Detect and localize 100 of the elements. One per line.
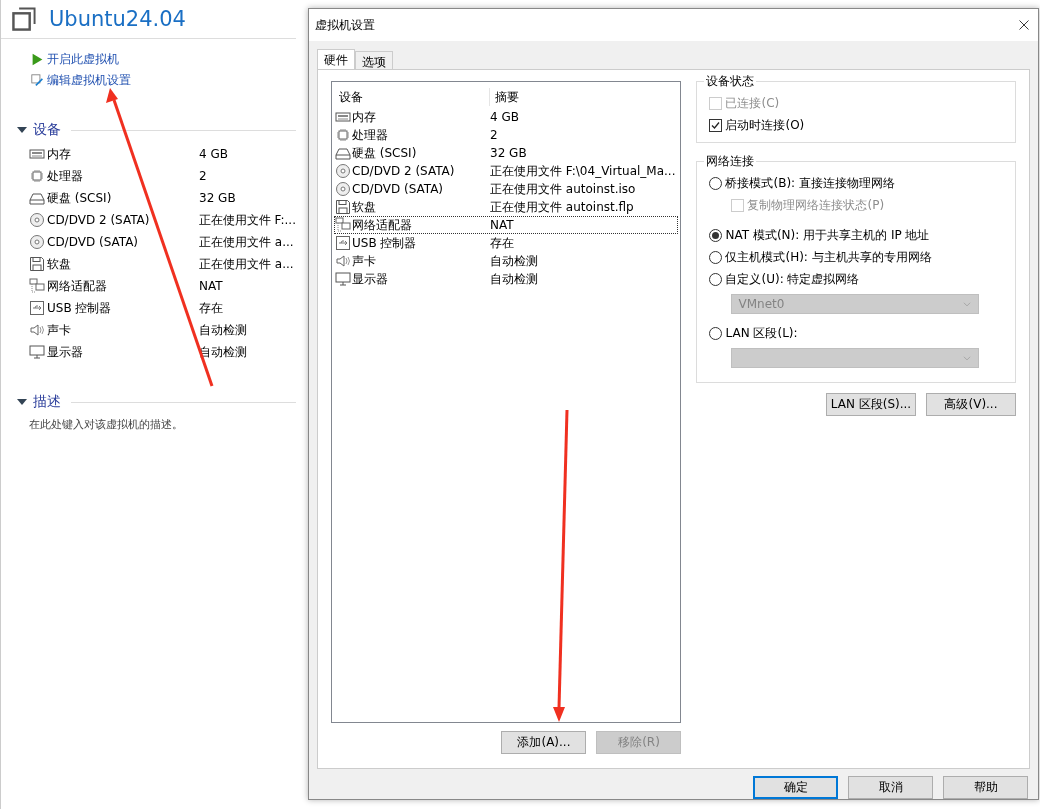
radio-button[interactable] (709, 176, 723, 190)
device-name: 声卡 (47, 321, 71, 339)
device-summary: 正在使用文件 a... (199, 233, 294, 251)
usb-icon (29, 300, 45, 316)
device-name: 硬盘 (SCSI) (47, 189, 112, 207)
memory-icon (335, 109, 351, 125)
device-summary: 2 (199, 169, 207, 183)
advanced-button[interactable]: 高级(V)... (926, 393, 1016, 416)
memory-icon (29, 146, 45, 162)
monitor-icon (29, 344, 45, 360)
device-name: 处理器 (352, 126, 388, 144)
device-name: 软盘 (352, 198, 376, 216)
radio-label: 自定义(U): 特定虚拟网络 (725, 270, 860, 288)
dropdown-value: VMnet0 (738, 297, 785, 311)
device-name: 显示器 (352, 270, 388, 288)
expand-arrow-icon[interactable] (17, 399, 27, 405)
add-button[interactable]: 添加(A)... (501, 731, 587, 754)
radio-label: 桥接模式(B): 直接连接物理网络 (725, 174, 895, 192)
group-title: 设备状态 (704, 73, 757, 90)
virtual-machine-icon (11, 6, 37, 32)
floppy-icon (335, 199, 351, 215)
device-summary: 自动检测 (199, 321, 247, 339)
floppy-icon (29, 256, 45, 272)
device-name: 软盘 (47, 255, 71, 273)
description-text: 在此处键入对该虚拟机的描述。 (28, 417, 184, 432)
chip-icon (29, 168, 45, 184)
device-name: CD/DVD 2 (SATA) (47, 213, 150, 227)
device-summary: 正在使用文件 F:\04_Virtual_Ma... (490, 162, 676, 180)
device-list[interactable]: 设备 摘要 内存 4 GB 处理器 2 硬盘 (SCSI) 32 GB CD/DVD 2 (SATA) 正在使用文件 F:\04_Virtual_Ma... CD/DVD (SATA) 正在使用文件 autoinst.iso 软盘 正在使用文件 autoinst.flp 网络适配器 NAT USB 控制器 存在 声卡 自动检测 显示器 自动检测 (331, 81, 682, 723)
radio-label: LAN 区段(L): (725, 324, 798, 342)
device-name: CD/DVD (SATA) (352, 182, 444, 196)
speaker-icon (335, 253, 351, 269)
device-summary: 自动检测 (490, 252, 538, 270)
device-name: 内存 (352, 108, 376, 126)
device-summary: 正在使用文件 F:... (198, 211, 296, 229)
expand-arrow-icon[interactable] (17, 127, 27, 133)
checkbox[interactable] (709, 118, 723, 132)
list-row[interactable]: CD/DVD 2 (SATA) 正在使用文件 F:\04_Virtual_Ma... (334, 162, 679, 180)
device-name: CD/DVD (SATA) (47, 235, 139, 249)
dialog-title: 虚拟机设置 (315, 16, 375, 34)
group-title: 网络连接 (704, 153, 757, 170)
list-row[interactable]: CD/DVD (SATA) 正在使用文件 autoinst.iso (334, 180, 679, 198)
radio-button[interactable] (709, 250, 723, 264)
device-summary: 32 GB (490, 146, 527, 160)
device-summary: NAT (199, 279, 223, 293)
network-icon (335, 217, 351, 233)
speaker-icon (29, 322, 45, 338)
list-row[interactable]: 硬盘 (SCSI) 32 GB (334, 144, 679, 162)
list-row[interactable]: 显示器 自动检测 (334, 270, 679, 288)
list-row[interactable]: 声卡 自动检测 (334, 252, 679, 270)
section-title: 设备 (33, 121, 61, 139)
disc-icon (335, 163, 351, 179)
device-summary: 存在 (199, 299, 223, 317)
device-summary: 4 GB (490, 110, 519, 124)
tab[interactable]: 硬件 (317, 49, 355, 69)
device-name: 声卡 (352, 252, 376, 270)
play-icon (31, 53, 44, 66)
column-header: 设备 (334, 88, 490, 106)
checkbox-label: 复制物理网络连接状态(P) (747, 196, 885, 214)
chevron-down-icon (962, 353, 973, 363)
help-button[interactable]: 帮助 (943, 776, 1028, 799)
radio-button[interactable] (709, 272, 723, 286)
checkbox-label: 启动时连接(O) (725, 116, 805, 134)
list-row[interactable]: 内存 4 GB (334, 108, 679, 126)
usb-icon (335, 235, 351, 251)
device-name: USB 控制器 (47, 299, 112, 317)
list-row[interactable]: 软盘 正在使用文件 autoinst.flp (334, 198, 679, 216)
edit-settings-link[interactable]: 编辑虚拟机设置 (47, 72, 131, 89)
device-summary: 自动检测 (490, 270, 538, 288)
vm-title: Ubuntu24.04 (49, 7, 186, 31)
radio-button[interactable] (709, 326, 723, 340)
checkbox-label: 已连接(C) (725, 94, 780, 112)
column-header: 摘要 (494, 89, 519, 106)
device-name: 硬盘 (SCSI) (352, 144, 417, 162)
cancel-button[interactable]: 取消 (848, 776, 933, 799)
list-row[interactable]: USB 控制器 存在 (334, 234, 679, 252)
disc-icon (29, 234, 45, 250)
device-summary: 4 GB (199, 147, 228, 161)
radio-button[interactable] (709, 228, 723, 242)
start-vm-link[interactable]: 开启此虚拟机 (47, 51, 119, 68)
device-name: 内存 (47, 145, 71, 163)
chip-icon (335, 127, 351, 143)
list-row[interactable]: 处理器 2 (334, 126, 679, 144)
device-summary: 32 GB (199, 191, 236, 205)
lan-segments-button[interactable]: LAN 区段(S)... (826, 393, 916, 416)
device-summary: 正在使用文件 autoinst.iso (490, 180, 636, 198)
disc-icon (29, 212, 45, 228)
section-title: 描述 (33, 393, 61, 411)
device-summary: 正在使用文件 autoinst.flp (490, 198, 634, 216)
chevron-down-icon (962, 299, 973, 309)
ok-button[interactable]: 确定 (753, 776, 838, 799)
device-summary: 正在使用文件 a... (199, 255, 294, 273)
list-row[interactable]: 网络适配器 NAT (334, 216, 679, 234)
device-summary: 存在 (490, 234, 514, 252)
device-name: 网络适配器 (47, 277, 107, 295)
device-summary: 2 (490, 128, 498, 142)
settings-edit-icon (31, 74, 44, 87)
tab[interactable]: 选项 (355, 51, 393, 69)
radio-label: 仅主机模式(H): 与主机共享的专用网络 (725, 248, 932, 266)
close-icon[interactable] (1018, 19, 1030, 31)
